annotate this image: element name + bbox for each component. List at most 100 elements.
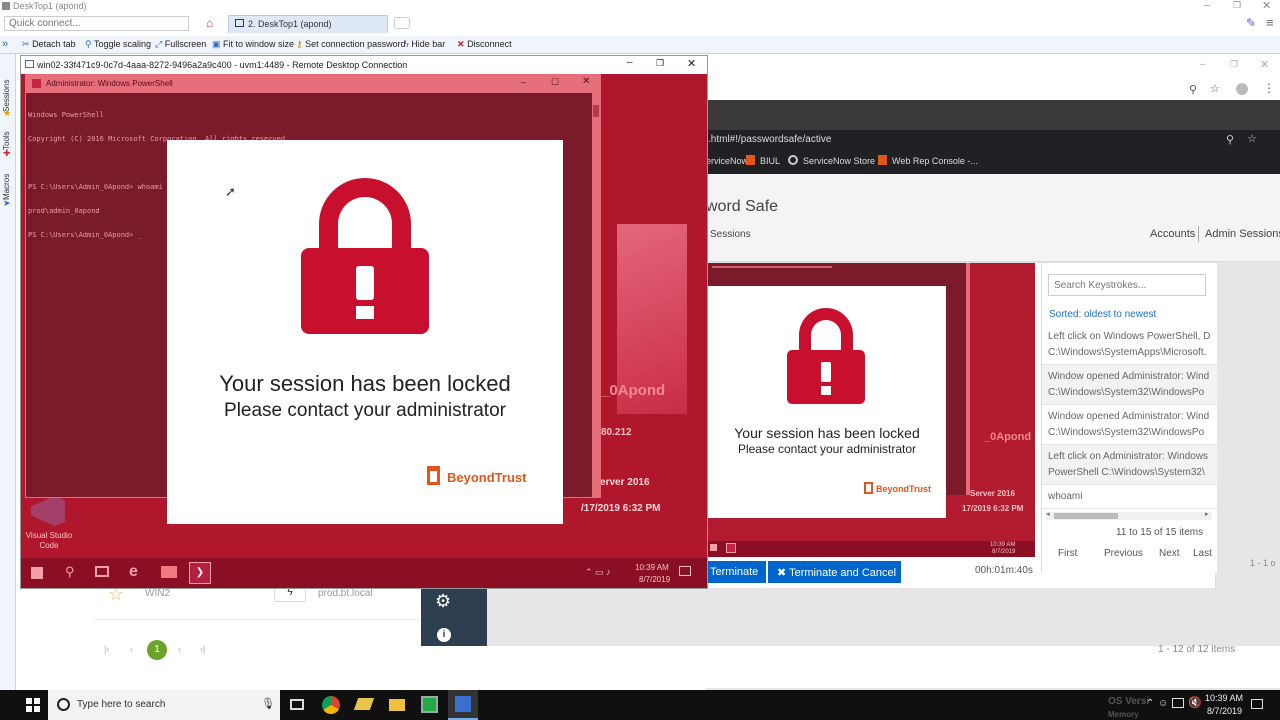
remote-folder-icon[interactable]: [161, 566, 177, 578]
minimize-icon[interactable]: –: [1204, 0, 1210, 11]
menu-icon[interactable]: ≡: [1266, 15, 1274, 30]
search-keystrokes-input[interactable]: [1048, 274, 1206, 296]
detach-tab-button[interactable]: ✂ Detach tab: [22, 39, 76, 50]
list-item[interactable]: Window opened Administrator: Wind C:\Wind…: [1042, 365, 1217, 405]
max-icon[interactable]: ❐: [1230, 59, 1238, 70]
ps-icon: [32, 79, 41, 88]
chrome-icon[interactable]: [322, 696, 340, 714]
hide-bar-button[interactable]: ϟ Hide bar: [404, 39, 445, 49]
bookmark-star-icon[interactable]: ☆: [1210, 82, 1220, 95]
info-icon[interactable]: i: [437, 628, 451, 642]
macro-icon[interactable]: ➤: [3, 198, 11, 209]
remote-app-icon[interactable]: [421, 696, 438, 713]
disconnect-button[interactable]: ✕ Disconnect: [457, 39, 512, 50]
toggle-scaling-button[interactable]: ⚲ Toggle scaling: [85, 39, 151, 50]
tab-desktop1[interactable]: 2. DeskTop1 (apond): [228, 15, 388, 33]
close-icon[interactable]: ✕: [1262, 0, 1271, 12]
side-tab-sessions[interactable]: Sessions: [2, 72, 14, 112]
url-zoom-icon[interactable]: ⚲: [1226, 133, 1234, 146]
bookmark-servicenow-store[interactable]: ServiceNow Store: [803, 156, 875, 166]
scroll-left-icon[interactable]: ◂: [1046, 510, 1050, 518]
horizontal-scrollbar[interactable]: ◂ ▸: [1046, 510, 1212, 520]
bookmark-biul[interactable]: BIUL: [760, 156, 780, 166]
file-explorer-icon[interactable]: [389, 699, 405, 711]
list-item[interactable]: Window opened Administrator: Wind C:\Wind…: [1042, 405, 1217, 445]
remote-taskview-icon[interactable]: [95, 566, 109, 577]
scroll-thumb[interactable]: [1054, 513, 1118, 519]
close-icon[interactable]: ✕: [1260, 58, 1269, 71]
zoom-icon[interactable]: ⚲: [1189, 83, 1197, 96]
url-star-icon[interactable]: ☆: [1247, 132, 1257, 145]
page-current[interactable]: 1: [147, 640, 167, 660]
quick-connect-input[interactable]: [4, 16, 189, 31]
back-items-count: 1 - 12 of 12 items: [1158, 644, 1236, 655]
fit-window-button[interactable]: ▣ Fit to window size: [212, 39, 294, 50]
ps-scrollbar[interactable]: [592, 93, 600, 497]
scroll-right-icon[interactable]: ▸: [1205, 510, 1209, 518]
side-tab-tools[interactable]: Tools: [2, 124, 14, 150]
page-first-icon[interactable]: |‹: [104, 644, 109, 654]
list-item[interactable]: Left click on Administrator: Windows Powe…: [1042, 445, 1217, 485]
fullscreen-button[interactable]: ⤢ Fullscreen: [155, 39, 206, 50]
back-table-row[interactable]: ☆ WIN2 ϟ prod.bt.local: [94, 584, 420, 620]
ps-minimize-icon[interactable]: –: [521, 77, 526, 87]
app-icon-yellow[interactable]: [353, 698, 375, 710]
gears-icon[interactable]: ⚙: [435, 591, 451, 612]
remote-search-icon[interactable]: ⚲: [65, 564, 75, 580]
tools-icon[interactable]: ✚: [3, 148, 11, 159]
page-next-icon[interactable]: ›: [178, 644, 181, 654]
remote-ps-icon[interactable]: ❯: [189, 562, 211, 584]
star-icon[interactable]: ★: [3, 108, 11, 119]
profile-icon[interactable]: [1236, 83, 1248, 95]
volume-icon[interactable]: 🔇: [1188, 696, 1202, 709]
disconnect-icon: ✕: [457, 39, 465, 49]
url-text[interactable]: .html#!/passwordsafe/active: [708, 134, 831, 145]
remote-notification-icon[interactable]: [679, 566, 691, 576]
more-icon[interactable]: ⋮: [1263, 81, 1275, 95]
pager-next[interactable]: Next: [1159, 548, 1180, 559]
microphone-icon[interactable]: 🎙: [261, 697, 275, 710]
pager-last[interactable]: Last: [1193, 548, 1212, 559]
list-item[interactable]: Left click on Windows PowerShell, D C:\Wi…: [1042, 325, 1217, 365]
side-tab-macros[interactable]: Macros: [2, 166, 14, 200]
rdp-close-icon[interactable]: ✕: [687, 57, 696, 70]
mini-start-icon[interactable]: [710, 544, 717, 551]
terminate-cancel-button[interactable]: ✖ Terminate and Cancel: [768, 561, 901, 583]
network-icon[interactable]: [1172, 698, 1184, 708]
action-center-icon[interactable]: [1251, 699, 1263, 709]
nav-accounts[interactable]: Accounts: [1150, 228, 1195, 240]
start-icon[interactable]: [26, 698, 40, 712]
remote-edge-icon[interactable]: e: [129, 563, 138, 581]
ps-maximize-icon[interactable]: ☐: [551, 77, 559, 88]
nav-admin-sessions[interactable]: Admin Sessions: [1205, 228, 1280, 240]
home-icon[interactable]: ⌂: [206, 16, 213, 30]
page-prev-icon[interactable]: ‹: [130, 644, 133, 654]
pager-previous[interactable]: Previous: [1104, 548, 1143, 559]
remote-start-icon[interactable]: [31, 567, 43, 579]
bookmark-webrep[interactable]: Web Rep Console -...: [892, 156, 978, 166]
restore-icon[interactable]: ❐: [1233, 0, 1241, 11]
set-password-button[interactable]: ⚷ Set connection password: [296, 39, 406, 50]
sidebar-expand-icon[interactable]: »: [2, 38, 8, 50]
royalts-taskbar-item[interactable]: [448, 690, 478, 720]
ps-scroll-thumb[interactable]: [593, 105, 599, 117]
taskbar-search[interactable]: Type here to search 🎙: [48, 690, 280, 720]
tray-chevron-icon[interactable]: ⌃: [1146, 698, 1154, 709]
terminate-button[interactable]: Terminate: [708, 561, 766, 583]
attachment-icon[interactable]: ✎: [1246, 16, 1256, 30]
mini-ps-icon[interactable]: [726, 543, 736, 553]
nav-sessions[interactable]: Sessions: [710, 229, 751, 240]
new-tab-icon[interactable]: [394, 17, 410, 29]
rdp-restore-icon[interactable]: ❐: [656, 58, 664, 69]
taskview-icon[interactable]: [290, 699, 304, 710]
os-version-text: OS Versi: [1108, 696, 1150, 707]
pager-first[interactable]: First: [1058, 548, 1077, 559]
min-icon[interactable]: –: [1200, 59, 1206, 70]
person-icon[interactable]: ☺: [1158, 698, 1168, 709]
page-last-icon[interactable]: ›|: [200, 644, 205, 654]
sort-order-link[interactable]: Sorted: oldest to newest: [1049, 309, 1156, 320]
rdp-minimize-icon[interactable]: –: [627, 57, 633, 68]
vscode-icon[interactable]: [31, 496, 65, 526]
list-item[interactable]: whoami: [1042, 485, 1217, 509]
ps-close-icon[interactable]: ✕: [582, 76, 590, 87]
